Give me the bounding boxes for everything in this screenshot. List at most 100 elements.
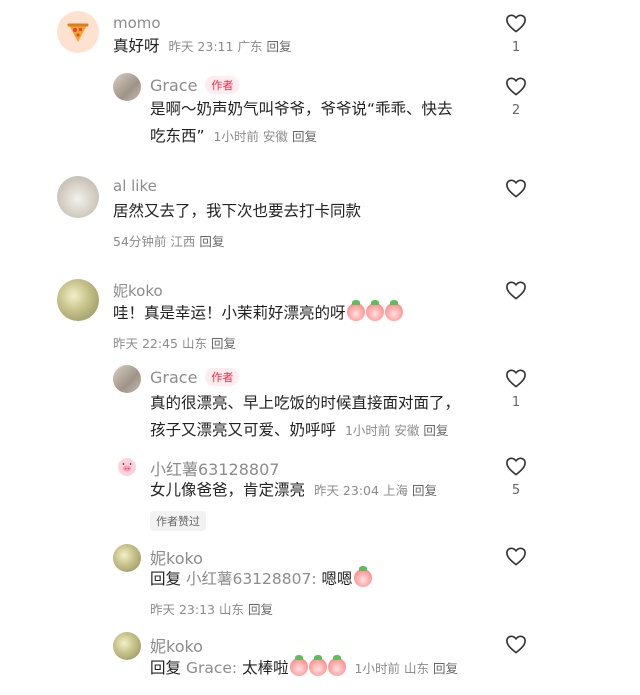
- reply-button[interactable]: 回复: [199, 234, 224, 249]
- like-button[interactable]: [504, 280, 528, 307]
- reply-button[interactable]: 回复: [266, 39, 291, 54]
- pig-face-icon: [118, 458, 136, 476]
- author-badge: 作者: [205, 368, 240, 386]
- reply-to-user[interactable]: 小红薯63128807:: [186, 570, 317, 588]
- comment-time: 1小时前: [213, 129, 259, 144]
- reply-button[interactable]: 回复: [292, 129, 317, 144]
- comment-time: 1小时前: [344, 423, 391, 438]
- like-button[interactable]: 2: [504, 76, 528, 118]
- comment-location: 安徽: [262, 129, 288, 144]
- comment-body: 太棒啦: [242, 659, 289, 677]
- like-button[interactable]: [504, 546, 528, 573]
- heart-outline-icon: [506, 281, 526, 300]
- like-count: 1: [511, 395, 521, 410]
- comment-time: 昨天 23:13: [150, 602, 215, 617]
- like-button[interactable]: 1: [504, 368, 528, 410]
- like-count: 2: [511, 103, 521, 118]
- like-button[interactable]: 5: [504, 456, 528, 498]
- avatar[interactable]: [57, 279, 99, 321]
- heart-outline-icon: [506, 635, 526, 654]
- comment-body: 吃东西”: [150, 127, 205, 145]
- reply-prefix: 回复: [150, 570, 182, 588]
- comment-time: 昨天 23:11: [168, 39, 234, 54]
- author-name: Grace: [150, 368, 198, 387]
- comment-body-line: 是啊～奶声奶气叫爷爷，爷爷说“乖乖、快去: [150, 100, 453, 118]
- reply-prefix: 回复: [150, 659, 182, 677]
- heart-outline-icon: [506, 77, 526, 96]
- heart-outline-icon: [506, 179, 526, 198]
- avatar[interactable]: [113, 73, 141, 101]
- comment-body-line-2: 吃东西” 1小时前 安徽 回复: [150, 123, 453, 150]
- comment-meta: 昨天 23:04 上海 回复: [314, 483, 441, 498]
- comment-meta: 1小时前 安徽 回复: [213, 129, 320, 144]
- comment-location: 上海: [382, 483, 408, 498]
- comment-time: 昨天 22:45: [113, 336, 178, 351]
- comment-text[interactable]: 是啊～奶声奶气叫爷爷，爷爷说“乖乖、快去 吃东西” 1小时前 安徽 回复: [150, 96, 453, 150]
- heart-outline-icon: [506, 369, 526, 388]
- comment-author-name[interactable]: al like: [113, 177, 157, 195]
- like-button[interactable]: 1: [504, 13, 528, 55]
- peach-face-emoji: [289, 655, 308, 676]
- reply-to-user[interactable]: Grace:: [186, 659, 237, 677]
- comment-location: 安徽: [394, 423, 420, 438]
- avatar[interactable]: [113, 453, 141, 481]
- avatar[interactable]: [57, 176, 99, 218]
- avatar[interactable]: [57, 11, 99, 53]
- peach-face-emoji: [327, 655, 346, 676]
- comment-location: 山东: [219, 602, 245, 617]
- peach-face-emoji: [384, 300, 403, 321]
- like-count: 5: [511, 483, 521, 498]
- avatar[interactable]: [113, 544, 141, 572]
- heart-outline-icon: [506, 457, 526, 476]
- comment-location: 广东: [237, 39, 263, 54]
- comment-body: 真好呀: [113, 37, 160, 55]
- like-button[interactable]: [504, 634, 528, 661]
- comment-meta: 1小时前 山东 回复: [355, 661, 462, 676]
- like-count: 1: [511, 40, 521, 55]
- comment-body-line: 真的很漂亮、早上吃饭的时候直接面对面了，: [150, 394, 461, 412]
- pizza-icon: [67, 23, 89, 42]
- comment-body[interactable]: 居然又去了，我下次也要去打卡同款: [113, 198, 361, 225]
- reply-button[interactable]: 回复: [412, 483, 437, 498]
- comment-author-name[interactable]: 妮koko: [150, 633, 203, 657]
- peach-face-emoji: [365, 300, 384, 321]
- comment-text[interactable]: 回复 Grace: 太棒啦 1小时前 山东 回复: [150, 655, 462, 682]
- comment-location: 山东: [182, 336, 208, 351]
- comment-body: 女儿像爸爸，肯定漂亮: [150, 481, 306, 499]
- comment-author-name[interactable]: Grace 作者: [150, 76, 240, 95]
- comment-time: 昨天 23:04: [313, 483, 379, 498]
- comment-location: 江西: [170, 234, 196, 249]
- comment-body: 嗯嗯: [321, 570, 353, 588]
- comment-author-name[interactable]: Grace 作者: [150, 368, 240, 387]
- comment-text[interactable]: 回复 小红薯63128807: 嗯嗯: [150, 566, 372, 593]
- comment-text[interactable]: 真好呀 昨天 23:11 广东 回复: [113, 33, 295, 60]
- reply-button[interactable]: 回复: [248, 602, 273, 617]
- avatar[interactable]: [113, 365, 141, 393]
- author-name: Grace: [150, 76, 198, 95]
- reply-button[interactable]: 回复: [211, 336, 236, 351]
- comment-text[interactable]: 哇！真是幸运！小茉莉好漂亮的呀: [113, 300, 403, 327]
- avatar[interactable]: [113, 632, 141, 660]
- peach-face-emoji: [346, 300, 365, 321]
- comment-location: 山东: [403, 661, 429, 676]
- heart-outline-icon: [506, 547, 526, 566]
- reply-button[interactable]: 回复: [423, 423, 448, 438]
- comment-body-line-2: 孩子又漂亮又可爱、奶呼呼 1小时前 安徽 回复: [150, 417, 460, 444]
- peach-face-emoji: [353, 566, 372, 587]
- comment-author-name[interactable]: 妮koko: [113, 280, 163, 301]
- reply-button[interactable]: 回复: [433, 661, 458, 676]
- like-button[interactable]: [504, 178, 528, 205]
- comment-body: 哇！真是幸运！小茉莉好漂亮的呀: [113, 304, 346, 322]
- comment-meta: 1小时前 安徽 回复: [345, 423, 452, 438]
- comment-text[interactable]: 女儿像爸爸，肯定漂亮 昨天 23:04 上海 回复: [150, 477, 441, 504]
- comment-time: 54分钟前: [113, 234, 167, 249]
- peach-face-emoji: [308, 655, 327, 676]
- comment-text[interactable]: 真的很漂亮、早上吃饭的时候直接面对面了， 孩子又漂亮又可爱、奶呼呼 1小时前 安徽…: [150, 390, 460, 444]
- comment-author-name[interactable]: momo: [113, 14, 161, 32]
- comment-meta: 昨天 22:45 山东 回复: [113, 333, 240, 352]
- comment-meta: 昨天 23:13 山东 回复: [150, 599, 277, 618]
- author-badge: 作者: [205, 76, 240, 94]
- author-liked-badge: 作者赞过: [150, 511, 206, 531]
- comment-time: 1小时前: [354, 661, 400, 676]
- comment-meta: 54分钟前 江西 回复: [113, 231, 228, 250]
